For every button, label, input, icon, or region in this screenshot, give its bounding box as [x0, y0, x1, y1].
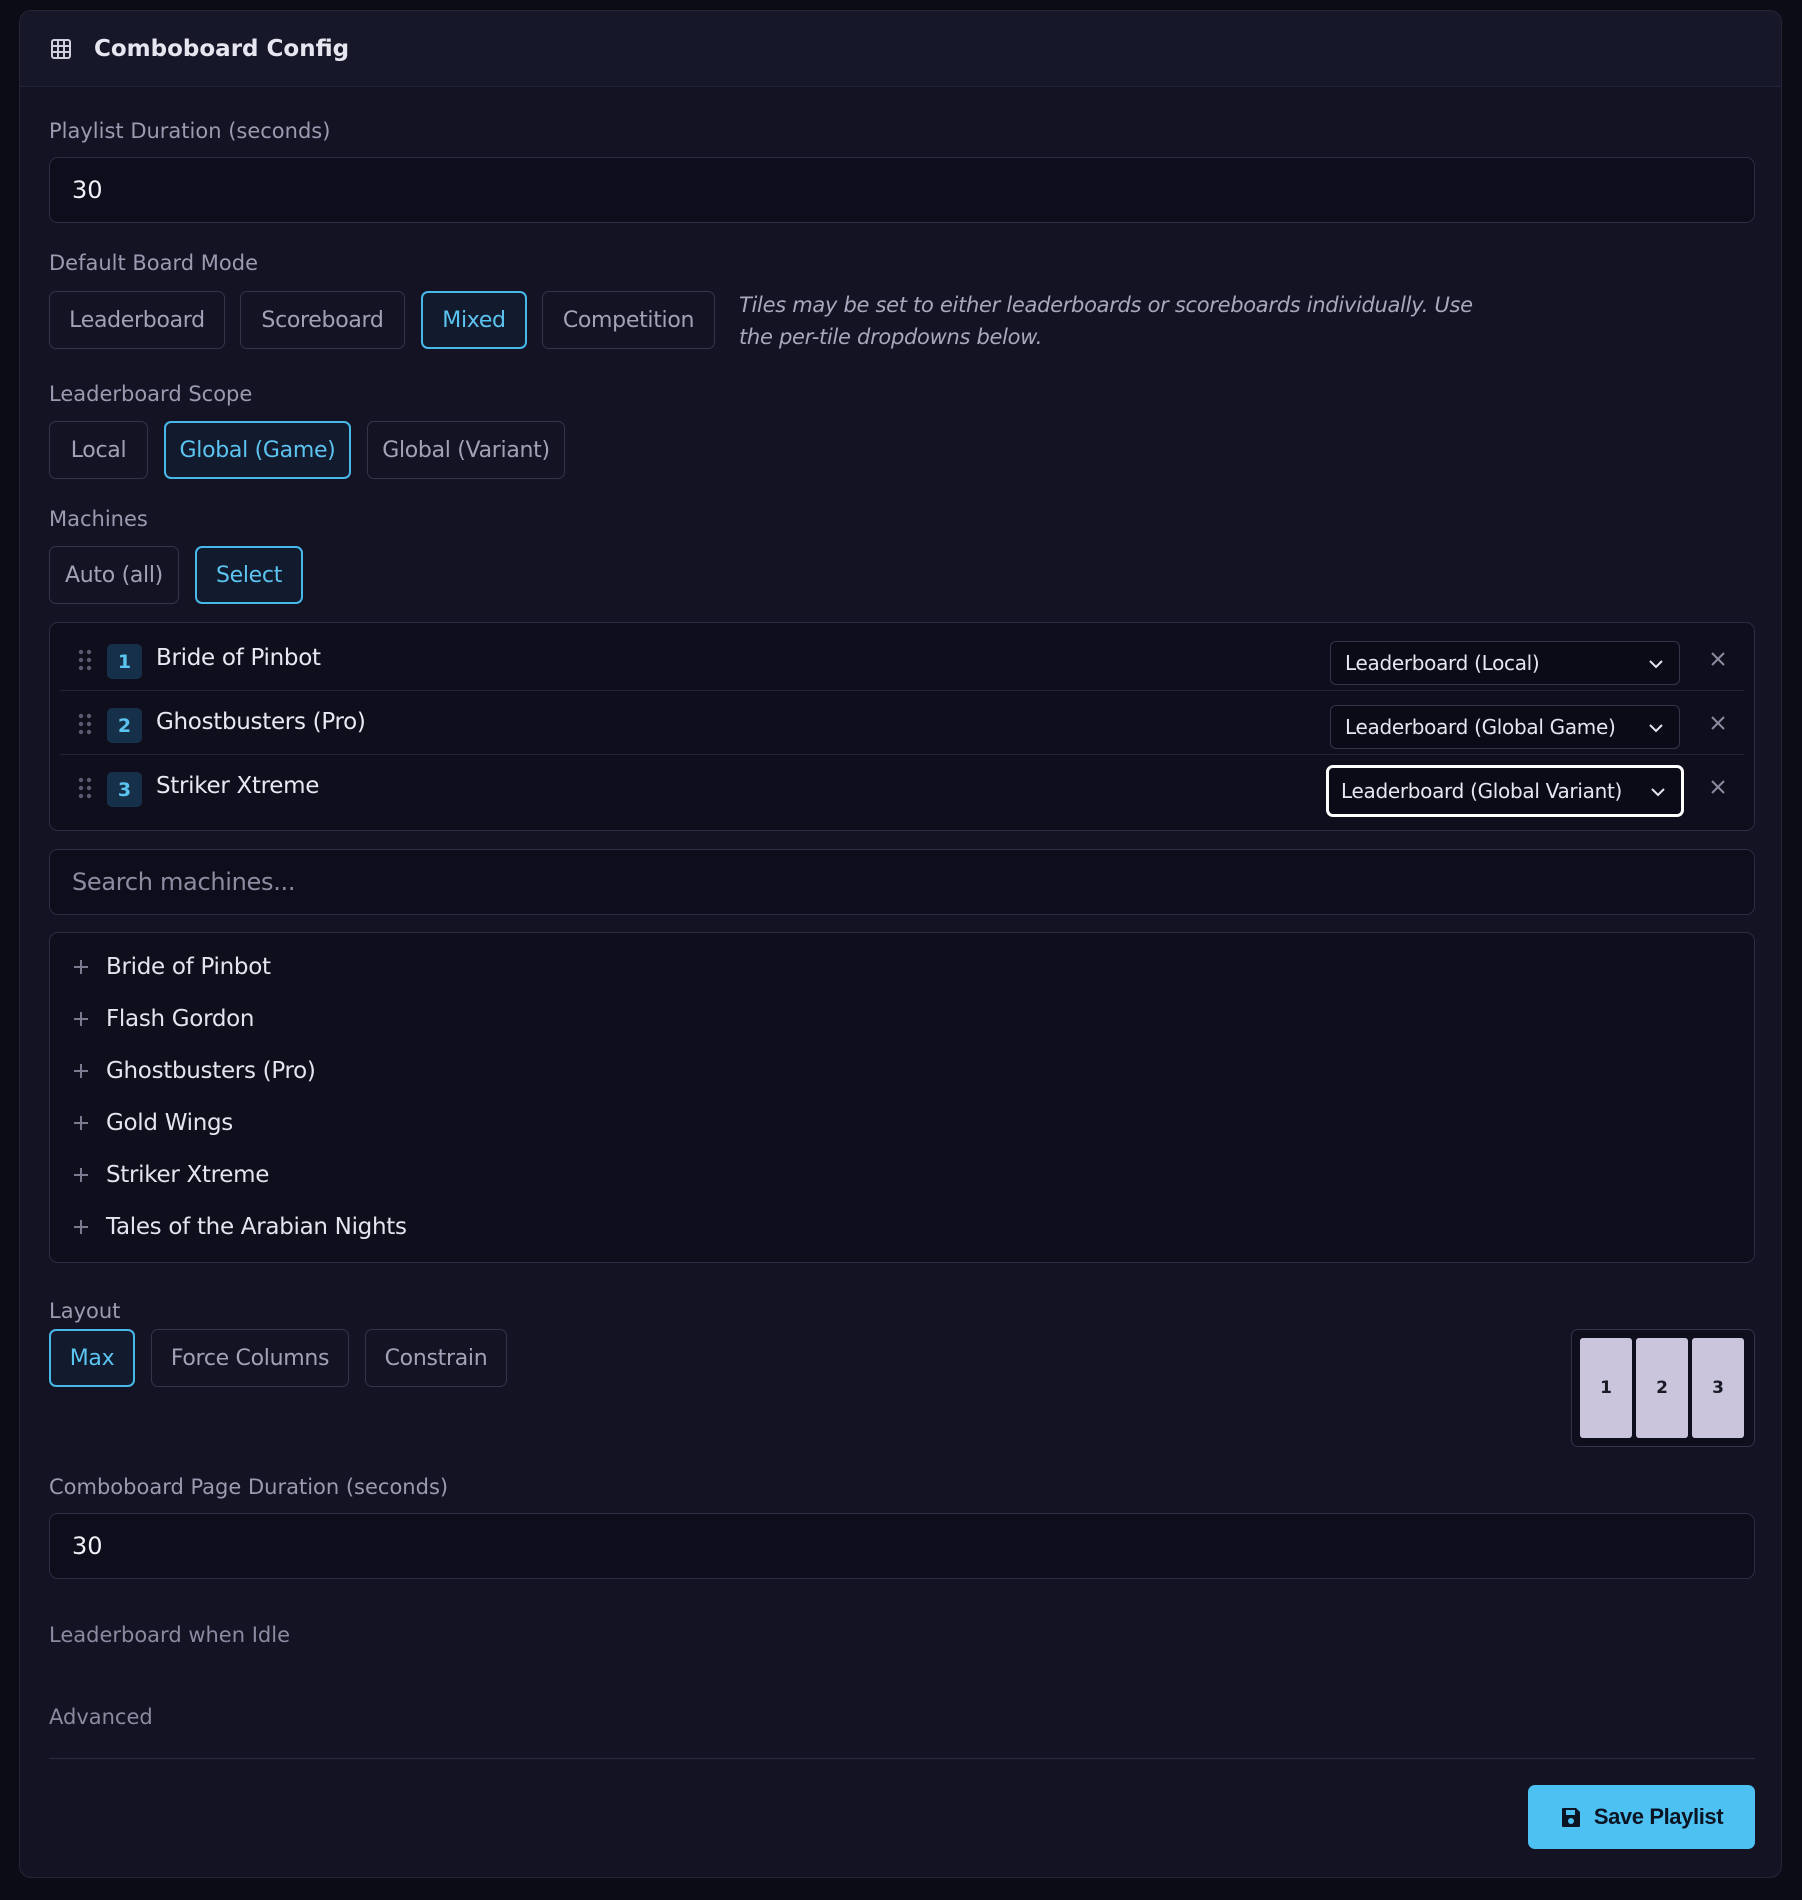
advanced-section-toggle[interactable]: Advanced: [49, 1705, 153, 1729]
machine-name: Ghostbusters (Pro): [156, 709, 366, 735]
plus-icon: [72, 1010, 90, 1028]
available-machine-name: Tales of the Arabian Nights: [106, 1214, 407, 1240]
panel-header: Comboboard Config: [20, 11, 1781, 87]
drag-handle-icon[interactable]: [78, 713, 92, 735]
machine-index-badge: 3: [107, 772, 142, 807]
chevron-down-icon: [1647, 718, 1665, 736]
save-playlist-button[interactable]: Save Playlist: [1528, 1785, 1755, 1849]
selected-machines-list: 1 Bride of Pinbot Leaderboard (Local) 2 …: [49, 622, 1755, 831]
selected-machine-row[interactable]: 1 Bride of Pinbot Leaderboard (Local): [60, 629, 1744, 691]
available-machines-list: Bride of Pinbot Flash Gordon Ghostbuster…: [49, 932, 1755, 1263]
selected-machine-row[interactable]: 2 Ghostbusters (Pro) Leaderboard (Global…: [60, 693, 1744, 755]
grid-icon: [50, 38, 72, 60]
page-duration-label: Comboboard Page Duration (seconds): [49, 1475, 449, 1499]
comboboard-config-panel: Comboboard Config Playlist Duration (sec…: [19, 10, 1782, 1878]
drag-handle-icon[interactable]: [78, 777, 92, 799]
remove-machine-icon[interactable]: [1708, 777, 1728, 797]
drag-handle-icon[interactable]: [78, 649, 92, 671]
preview-tile: 2: [1636, 1338, 1688, 1438]
machine-mode-select[interactable]: Leaderboard (Local): [1330, 641, 1680, 685]
board-mode-hint: Tiles may be set to either leaderboards …: [739, 289, 1519, 353]
machine-mode-value: Leaderboard (Global Variant): [1341, 779, 1622, 803]
scope-global-variant-button[interactable]: Global (Variant): [367, 421, 565, 479]
board-mode-mixed-button[interactable]: Mixed: [421, 291, 527, 349]
scope-local-button[interactable]: Local: [49, 421, 148, 479]
available-machine-name: Ghostbusters (Pro): [106, 1058, 316, 1084]
available-machine-name: Striker Xtreme: [106, 1162, 270, 1188]
available-machine-name: Gold Wings: [106, 1110, 233, 1136]
save-icon: [1560, 1806, 1582, 1828]
panel-title: Comboboard Config: [94, 35, 350, 62]
layout-label: Layout: [49, 1299, 121, 1323]
machines-auto-button[interactable]: Auto (all): [49, 546, 179, 604]
remove-machine-icon[interactable]: [1708, 713, 1728, 733]
plus-icon: [72, 1062, 90, 1080]
machine-name: Bride of Pinbot: [156, 645, 321, 671]
scope-global-game-button[interactable]: Global (Game): [164, 421, 351, 479]
preview-tile: 1: [1580, 1338, 1632, 1438]
board-mode-leaderboard-button[interactable]: Leaderboard: [49, 291, 225, 349]
machines-label: Machines: [49, 507, 148, 531]
available-machine-name: Flash Gordon: [106, 1006, 255, 1032]
available-machine-item[interactable]: Striker Xtreme: [72, 1155, 269, 1195]
selected-machine-row[interactable]: 3 Striker Xtreme Leaderboard (Global Var…: [60, 757, 1744, 819]
available-machine-item[interactable]: Ghostbusters (Pro): [72, 1051, 316, 1091]
board-mode-hint-line1: Tiles may be set to either leaderboards …: [739, 293, 1473, 317]
machine-mode-value: Leaderboard (Local): [1345, 651, 1540, 675]
page-duration-input[interactable]: 30: [49, 1513, 1755, 1579]
remove-machine-icon[interactable]: [1708, 649, 1728, 669]
machine-index-badge: 1: [107, 644, 142, 679]
save-playlist-label: Save Playlist: [1593, 1804, 1724, 1829]
chevron-down-icon: [1649, 782, 1667, 800]
chevron-down-icon: [1647, 654, 1665, 672]
board-mode-scoreboard-button[interactable]: Scoreboard: [240, 291, 405, 349]
machines-select-button[interactable]: Select: [195, 546, 303, 604]
machine-index-badge: 2: [107, 708, 142, 743]
plus-icon: [72, 958, 90, 976]
scope-label: Leaderboard Scope: [49, 382, 253, 406]
footer-divider: [49, 1758, 1755, 1759]
preview-tile: 3: [1692, 1338, 1744, 1438]
machine-mode-select[interactable]: Leaderboard (Global Variant): [1326, 765, 1684, 817]
available-machine-item[interactable]: Bride of Pinbot: [72, 947, 271, 987]
plus-icon: [72, 1166, 90, 1184]
machine-mode-value: Leaderboard (Global Game): [1345, 715, 1616, 739]
machine-name: Striker Xtreme: [156, 773, 320, 799]
available-machine-item[interactable]: Gold Wings: [72, 1103, 233, 1143]
available-machine-item[interactable]: Tales of the Arabian Nights: [72, 1207, 407, 1247]
machine-mode-select[interactable]: Leaderboard (Global Game): [1330, 705, 1680, 749]
board-mode-label: Default Board Mode: [49, 251, 259, 275]
layout-preview: 1 2 3: [1571, 1329, 1755, 1447]
board-mode-competition-button[interactable]: Competition: [542, 291, 715, 349]
plus-icon: [72, 1218, 90, 1236]
plus-icon: [72, 1114, 90, 1132]
layout-constrain-button[interactable]: Constrain: [365, 1329, 507, 1387]
layout-max-button[interactable]: Max: [49, 1329, 135, 1387]
available-machine-item[interactable]: Flash Gordon: [72, 999, 254, 1039]
board-mode-hint-line2: the per-tile dropdowns below.: [739, 325, 1043, 349]
leaderboard-idle-section-toggle[interactable]: Leaderboard when Idle: [49, 1623, 290, 1647]
playlist-duration-input[interactable]: 30: [49, 157, 1755, 223]
playlist-duration-label: Playlist Duration (seconds): [49, 119, 331, 143]
machine-search-input[interactable]: Search machines...: [49, 849, 1755, 915]
layout-force-columns-button[interactable]: Force Columns: [151, 1329, 349, 1387]
available-machine-name: Bride of Pinbot: [106, 954, 271, 980]
